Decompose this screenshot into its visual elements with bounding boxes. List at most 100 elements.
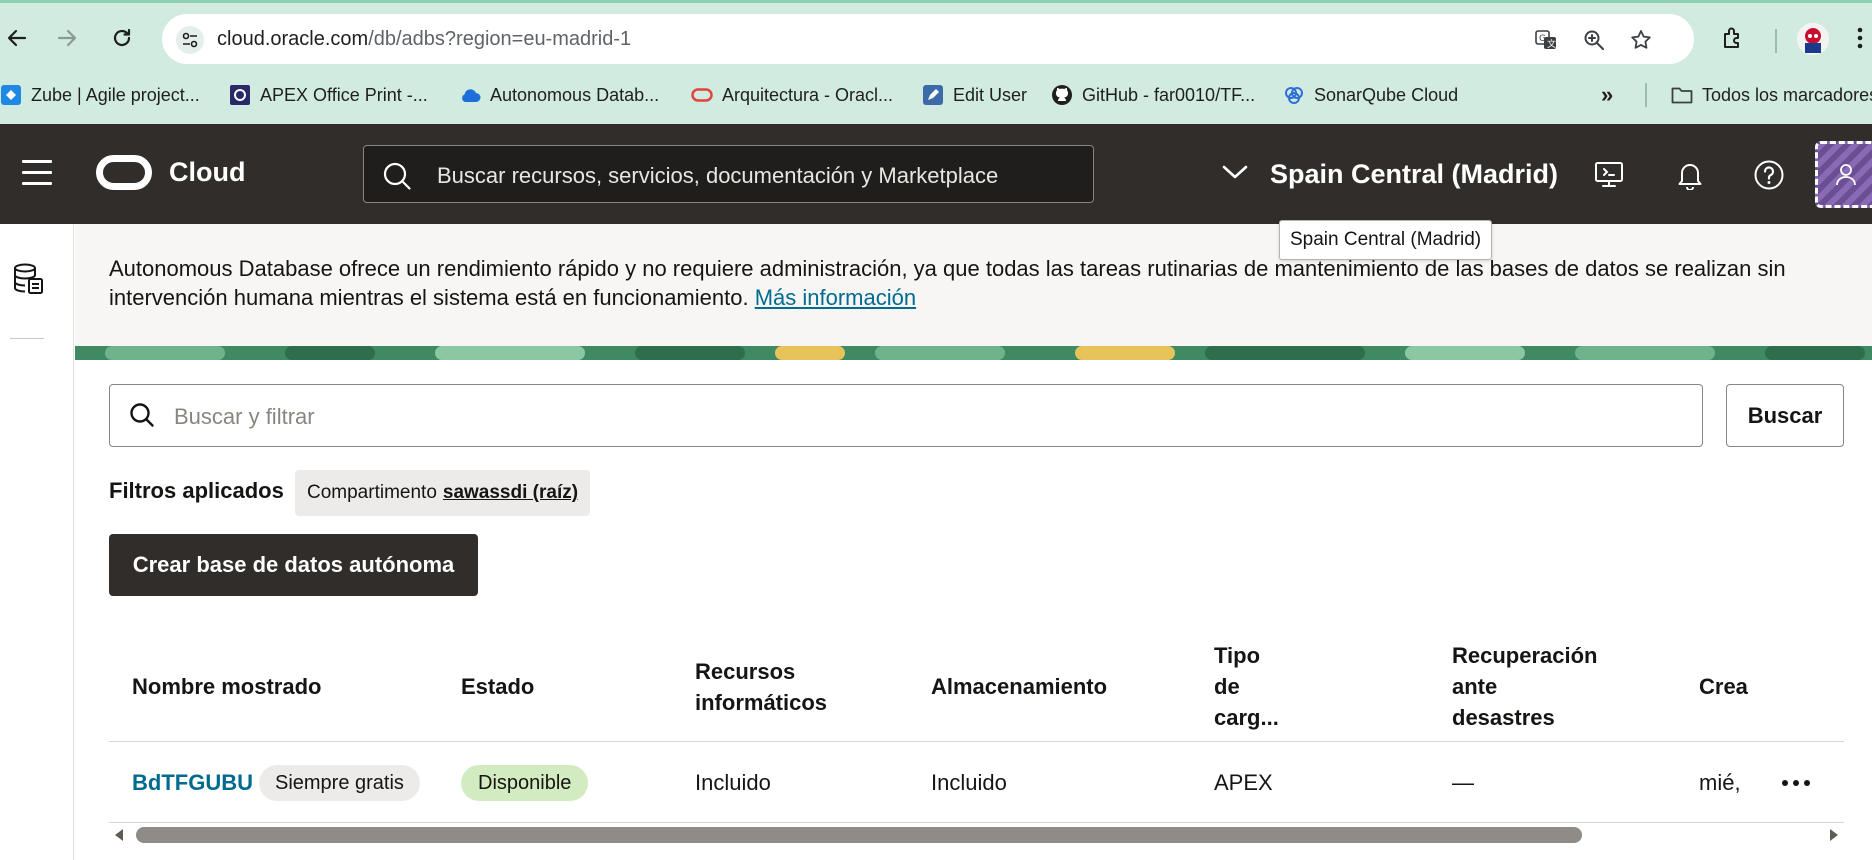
chip-value[interactable]: sawassdi (raíz) [443, 482, 578, 504]
table-row-storage-cell: Incluido [931, 770, 1007, 795]
url-host: cloud.oracle.com [217, 28, 369, 50]
db-name-link[interactable]: BdTFGUBU [132, 770, 253, 796]
column-header-workload[interactable]: Tipo de carg... [1214, 640, 1279, 733]
scrollbar-thumb[interactable] [136, 827, 1582, 843]
bookmark-item[interactable]: Arquitectura - Oracl... [691, 83, 893, 107]
header-label: Almacenamiento [931, 674, 1108, 699]
chip-key: Compartimento [307, 482, 437, 503]
user-profile-avatar[interactable] [1815, 141, 1872, 208]
search-button[interactable]: Buscar [1726, 384, 1844, 447]
column-header-storage[interactable]: Almacenamiento [931, 671, 1107, 702]
bookmark-label: Zube | Agile project... [31, 84, 200, 105]
bookmark-label: Edit User [953, 84, 1028, 105]
more-bookmarks-label: » [1601, 82, 1614, 107]
bookmark-item[interactable]: SonarQube Cloud [1283, 83, 1458, 107]
table-row-compute-cell: Incluido [695, 770, 771, 795]
profile-avatar[interactable] [1797, 23, 1829, 55]
notifications-bell-icon[interactable] [1673, 158, 1707, 192]
global-search-input[interactable]: Buscar recursos, servicios, documentació… [363, 145, 1094, 203]
header-label: informáticos [695, 690, 828, 715]
toolbar-divider [1775, 29, 1777, 53]
zoom-icon[interactable] [1582, 28, 1606, 52]
bookmark-label: APEX Office Print -... [260, 84, 428, 105]
table-row-created-cell: mié, [1699, 770, 1741, 795]
bookmark-label: Arquitectura - Oracl... [722, 84, 894, 105]
compartment-filter-chip[interactable]: Compartimento sawassdi (raíz) [295, 470, 591, 516]
banner-text: Autonomous Database ofrece un rendimient… [109, 254, 1849, 312]
extensions-icon[interactable] [1716, 21, 1750, 55]
column-header-name[interactable]: Nombre mostrado [132, 671, 321, 702]
bookmark-star-icon[interactable] [1629, 28, 1653, 52]
column-header-state[interactable]: Estado [461, 671, 534, 702]
reload-icon[interactable] [105, 21, 139, 55]
browser-menu-icon[interactable] [1848, 21, 1872, 55]
database-icon[interactable] [12, 262, 44, 296]
table-row-workload-cell: APEX [1214, 770, 1273, 795]
column-header-compute[interactable]: Recursos informáticos [695, 656, 827, 718]
logo-text[interactable]: Cloud [169, 157, 245, 188]
help-icon[interactable] [1752, 158, 1786, 192]
info-banner: Autonomous Database ofrece un rendimient… [75, 224, 1872, 346]
status-badge: Disponible [461, 765, 589, 801]
forward-icon[interactable] [50, 21, 84, 55]
oci-header: Cloud Buscar recursos, servicios, docume… [0, 124, 1872, 224]
bookmark-item[interactable]: APEX Office Print -... [229, 83, 428, 107]
bookmark-label: SonarQube Cloud [1314, 84, 1459, 105]
header-divider [109, 741, 1844, 742]
browser-chrome: cloud.oracle.com/db/adbs?region=eu-madri… [0, 0, 1872, 124]
row-divider [109, 822, 1844, 823]
header-label: de [1214, 674, 1240, 699]
cloud-icon [459, 84, 481, 106]
search-filter-placeholder: Buscar y filtrar [174, 404, 315, 429]
chevron-down-icon [1222, 164, 1248, 185]
site-settings-icon[interactable] [176, 26, 204, 54]
header-label: desastres [1452, 705, 1555, 730]
decorative-band [75, 346, 1872, 360]
header-label: Crea [1699, 674, 1748, 699]
create-autonomous-db-button[interactable]: Crear base de datos autónoma [109, 534, 478, 596]
applied-filters-label: Filtros aplicados [109, 478, 284, 503]
search-filter-input[interactable]: Buscar y filtrar [109, 384, 1703, 447]
svg-text:文: 文 [1547, 38, 1556, 50]
region-selector[interactable]: Spain Central (Madrid) [1222, 154, 1558, 194]
bookmark-item[interactable]: Zube | Agile project... [0, 83, 200, 107]
all-bookmarks-folder[interactable]: Todos los marcadores [1671, 83, 1872, 107]
region-tooltip: Spain Central (Madrid) [1279, 220, 1493, 260]
header-label: Estado [461, 674, 535, 699]
more-bookmarks-button[interactable]: » [1601, 82, 1614, 107]
column-header-created[interactable]: Crea [1699, 671, 1748, 702]
column-header-disaster-recovery[interactable]: Recuperación ante desastres [1452, 640, 1598, 733]
folder-icon [1671, 84, 1693, 106]
always-free-badge: Siempre gratis [258, 765, 420, 801]
back-icon[interactable] [0, 21, 34, 55]
header-label: ante [1452, 674, 1498, 699]
all-bookmarks-label: Todos los marcadores [1702, 84, 1872, 105]
url-text[interactable]: cloud.oracle.com/db/adbs?region=eu-madri… [217, 28, 631, 51]
table-horizontal-scrollbar[interactable] [109, 825, 1844, 845]
hamburger-menu-icon[interactable] [22, 160, 52, 186]
oracle-icon [691, 84, 713, 106]
address-bar[interactable]: cloud.oracle.com/db/adbs?region=eu-madri… [162, 14, 1694, 64]
databases-table: Nombre mostrado Estado Recursos informát… [109, 630, 1844, 823]
row-actions-menu-icon[interactable] [1776, 768, 1816, 798]
oracle-logo-icon[interactable] [96, 155, 152, 190]
apex-office-print-icon [229, 84, 251, 106]
header-label: Tipo [1214, 643, 1261, 668]
cloud-shell-icon[interactable] [1592, 158, 1626, 192]
bookmark-item[interactable]: Edit User [922, 83, 1027, 107]
bookmarks-bar: Zube | Agile project... APEX Office Prin… [0, 75, 1872, 115]
scroll-left-icon[interactable] [115, 829, 123, 841]
bookmark-item[interactable]: Autonomous Datab... [459, 83, 659, 107]
header-label: Recuperación [1452, 643, 1598, 668]
bookmark-label: GitHub - far0010/TF... [1082, 84, 1256, 105]
bookmarks-divider [1645, 83, 1647, 107]
bookmark-item[interactable]: GitHub - far0010/TF... [1051, 83, 1255, 107]
more-info-link[interactable]: Más información [755, 285, 916, 310]
banner-description: Autonomous Database ofrece un rendimient… [109, 256, 1786, 310]
rail-divider [10, 338, 44, 339]
scroll-right-icon[interactable] [1830, 829, 1838, 841]
bookmark-label: Autonomous Datab... [490, 84, 660, 105]
header-label: Recursos [695, 659, 796, 684]
translate-icon[interactable]: G文 [1534, 28, 1558, 52]
github-icon [1051, 84, 1073, 106]
